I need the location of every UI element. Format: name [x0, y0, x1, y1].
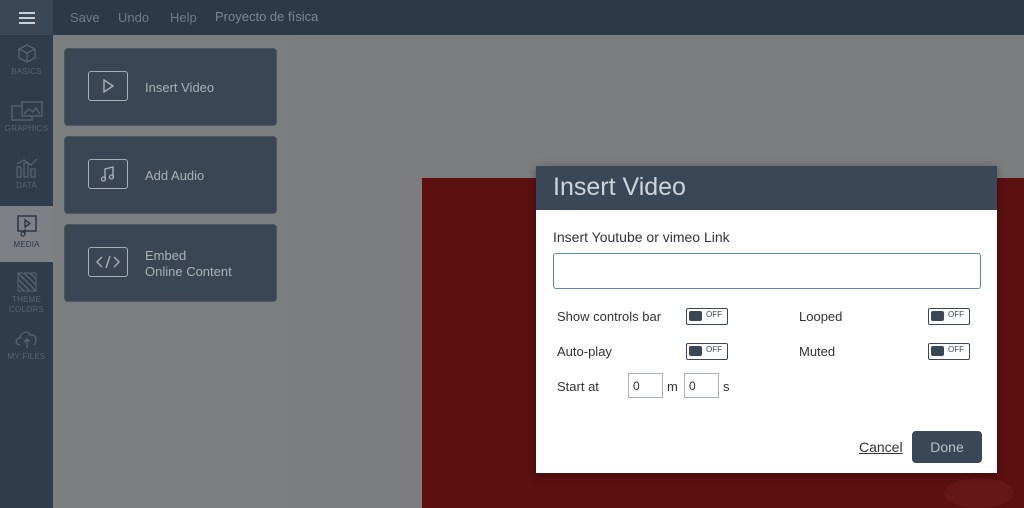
toggle-knob — [931, 311, 944, 321]
toggle-state: OFF — [948, 345, 964, 354]
cancel-button[interactable]: Cancel — [859, 439, 903, 455]
autoplay-toggle[interactable]: OFF — [686, 343, 728, 360]
image-icon — [10, 101, 43, 121]
pattern-icon — [17, 272, 36, 292]
embed-label-line1: Embed — [145, 248, 187, 263]
video-link-input[interactable] — [553, 253, 981, 289]
toggle-knob — [931, 346, 944, 356]
embed-content-label: Embed Online Content — [145, 248, 232, 280]
rail-item-theme-colors[interactable]: THEME COLORS — [0, 263, 53, 319]
rail-label-my-files: MY FILES — [7, 352, 46, 361]
rail-item-graphics[interactable]: GRAPHICS — [0, 92, 53, 148]
slide-decoration — [944, 478, 1014, 508]
rail-label-theme-colors: THEME COLORS — [9, 295, 44, 314]
show-controls-toggle[interactable]: OFF — [686, 308, 728, 325]
embed-content-card[interactable]: Embed Online Content — [64, 224, 277, 302]
done-button[interactable]: Done — [912, 431, 982, 463]
left-rail: BASICS GRAPHICS DATA MEDIA THEME COLORS … — [0, 35, 53, 508]
start-seconds-input[interactable] — [684, 373, 719, 398]
toggle-state: OFF — [948, 310, 964, 319]
add-audio-card[interactable]: Add Audio — [64, 136, 277, 214]
rail-item-media[interactable]: MEDIA — [0, 206, 53, 262]
start-minutes-input[interactable] — [628, 373, 663, 398]
show-controls-label: Show controls bar — [557, 309, 662, 324]
rail-label-data: DATA — [16, 181, 37, 190]
chart-icon — [15, 158, 37, 178]
toggle-state: OFF — [706, 310, 722, 319]
save-button[interactable]: Save — [70, 10, 100, 25]
embed-label-line2: Online Content — [145, 264, 232, 279]
link-label: Insert Youtube or vimeo Link — [553, 229, 730, 245]
insert-video-dialog: Insert Video Insert Youtube or vimeo Lin… — [536, 166, 997, 473]
cube-icon — [17, 44, 36, 63]
rail-label-basics: BASICS — [11, 67, 42, 76]
music-note-icon — [88, 159, 128, 189]
muted-toggle[interactable]: OFF — [928, 343, 970, 360]
media-icon — [16, 215, 37, 237]
project-title[interactable]: Proyecto de física — [215, 9, 318, 24]
autoplay-label: Auto-play — [557, 344, 612, 359]
rail-item-data[interactable]: DATA — [0, 149, 53, 205]
menu-button[interactable] — [0, 0, 53, 35]
seconds-unit: s — [723, 379, 730, 394]
start-at-label: Start at — [557, 379, 599, 394]
rail-label-graphics: GRAPHICS — [4, 124, 49, 133]
top-bar: Save Undo Help Proyecto de física — [0, 0, 1024, 35]
toggle-knob — [689, 346, 702, 356]
rail-label-media: MEDIA — [13, 240, 40, 249]
toggle-knob — [689, 311, 702, 321]
muted-label: Muted — [799, 344, 836, 359]
toggle-state: OFF — [706, 345, 722, 354]
dialog-title: Insert Video — [553, 173, 686, 201]
insert-video-card[interactable]: Insert Video — [64, 48, 277, 126]
cloud-upload-icon — [15, 331, 37, 348]
insert-video-label: Insert Video — [145, 80, 215, 95]
looped-toggle[interactable]: OFF — [928, 308, 970, 325]
undo-button[interactable]: Undo — [118, 10, 149, 25]
dialog-header: Insert Video — [536, 166, 997, 210]
rail-item-basics[interactable]: BASICS — [0, 35, 53, 91]
help-button[interactable]: Help — [170, 10, 197, 25]
play-icon — [88, 71, 128, 101]
rail-item-my-files[interactable]: MY FILES — [0, 320, 53, 376]
media-tools-panel: Insert Video Add Audio Embed Online Cont… — [53, 35, 290, 508]
looped-label: Looped — [799, 309, 843, 324]
minutes-unit: m — [667, 379, 678, 394]
add-audio-label: Add Audio — [145, 168, 205, 183]
code-icon — [88, 247, 128, 277]
hamburger-icon — [18, 11, 35, 24]
